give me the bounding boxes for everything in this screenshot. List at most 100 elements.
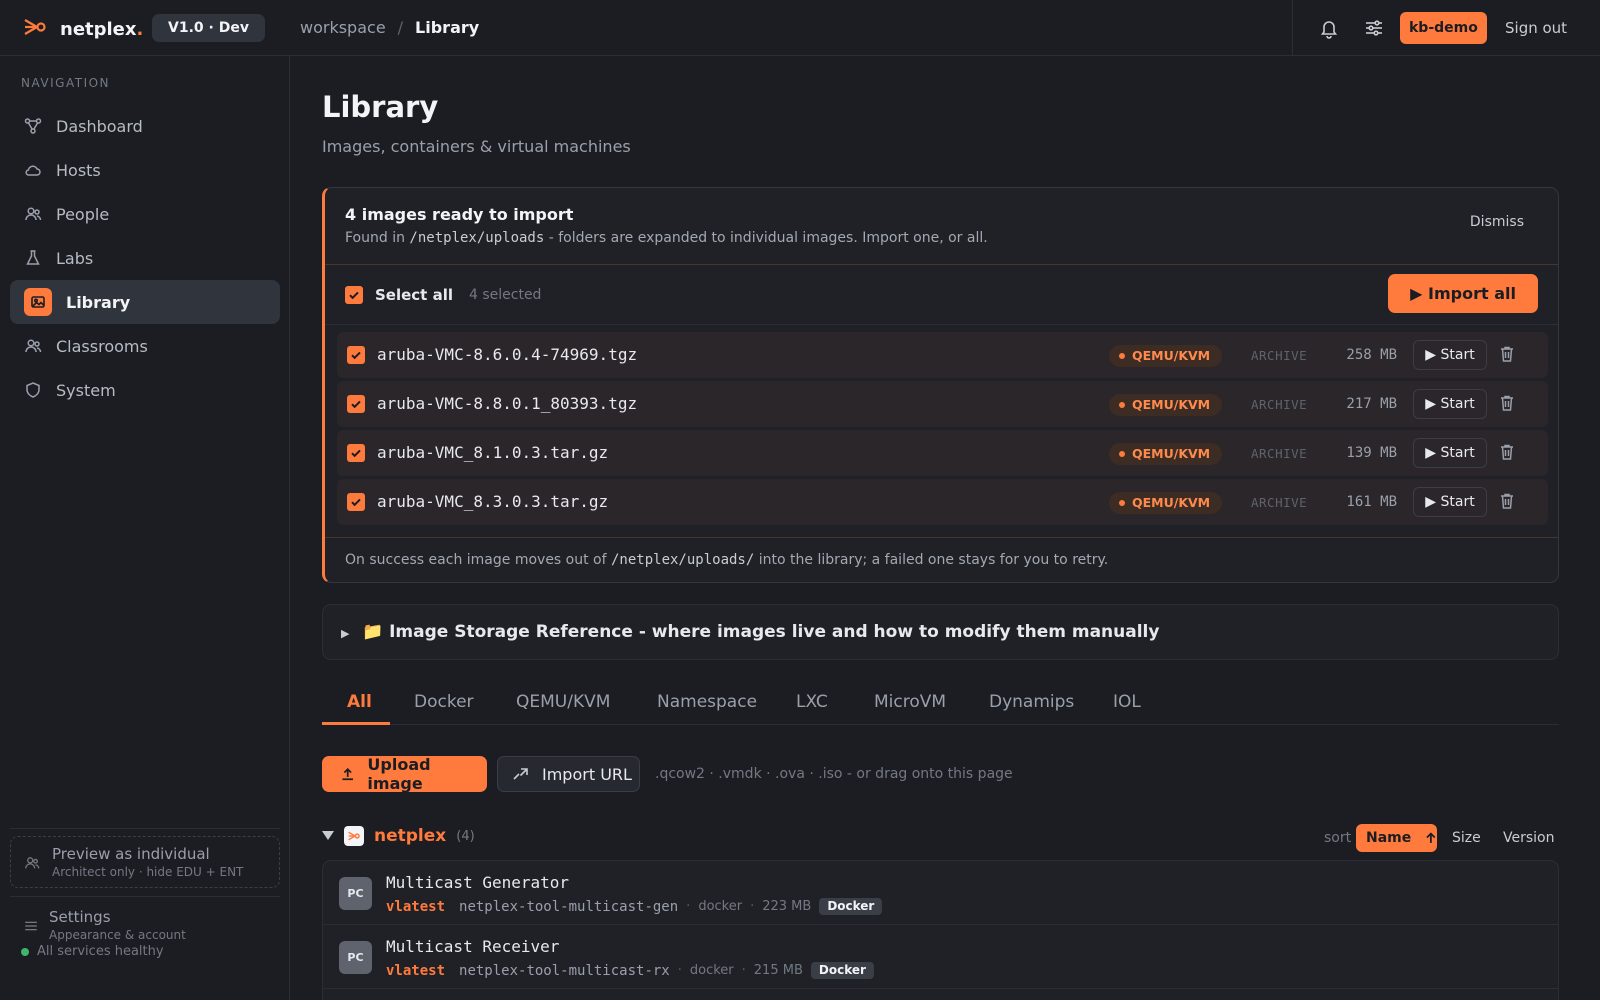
- sidebar-item-library[interactable]: Library: [10, 280, 280, 324]
- breadcrumb: workspace / Library: [300, 18, 479, 37]
- image-size: 223 MB: [762, 899, 812, 914]
- tab-namespace[interactable]: Namespace: [657, 692, 757, 712]
- trash-icon[interactable]: [1499, 492, 1515, 514]
- runtime-tabs: All Docker QEMU/KVM Namespace LXC MicroV…: [322, 680, 1559, 725]
- import-url-button[interactable]: Import URL: [497, 756, 640, 792]
- start-import-button[interactable]: ▶ Start: [1413, 438, 1487, 468]
- image-row[interactable]: PC Multicast Generator vlatest netplex-t…: [323, 861, 1558, 925]
- sidebar-item-label: Hosts: [56, 160, 101, 180]
- sidebar-item-label: People: [56, 204, 110, 224]
- file-size: 139 MB: [1346, 445, 1397, 461]
- group-header[interactable]: netplex (4): [322, 826, 475, 846]
- sidebar-item-labs[interactable]: Labs: [10, 236, 280, 280]
- select-all-checkbox[interactable]: [345, 286, 363, 304]
- file-name: aruba-VMC-8.8.0.1_80393.tgz: [377, 394, 638, 413]
- import-all-button[interactable]: ▶ Import all: [1388, 274, 1538, 313]
- image-name: Multicast Generator: [386, 873, 570, 892]
- tab-qemu-kvm[interactable]: QEMU/KVM: [516, 692, 610, 712]
- breadcrumb-current: Library: [415, 18, 480, 37]
- version-badge[interactable]: V1.0 · Dev: [152, 14, 265, 42]
- file-checkbox[interactable]: [347, 395, 365, 413]
- tab-microvm[interactable]: MicroVM: [874, 692, 946, 712]
- image-avatar: PC: [339, 877, 372, 910]
- import-file-row: aruba-VMC-8.8.0.1_80393.tgz QEMU/KVM ARC…: [337, 381, 1548, 427]
- sidebar-item-classrooms[interactable]: Classrooms: [10, 324, 280, 368]
- breadcrumb-workspace[interactable]: workspace: [300, 18, 386, 37]
- preview-as-individual[interactable]: Preview as individual Architect only · h…: [10, 836, 280, 888]
- sidebar-item-system[interactable]: System: [10, 368, 280, 412]
- sidebar-divider: [10, 828, 280, 829]
- flask-icon: [26, 250, 40, 265]
- import-file-row: aruba-VMC_8.3.0.3.tar.gz QEMU/KVM ARCHIV…: [337, 479, 1548, 525]
- sort-by-name-button[interactable]: Name: [1356, 824, 1437, 852]
- image-size: 215 MB: [753, 963, 803, 978]
- sidebar-item-label: Library: [66, 292, 131, 312]
- user-badge[interactable]: kb-demo: [1400, 12, 1487, 44]
- sort-by-version-button[interactable]: Version: [1503, 830, 1554, 846]
- page-subtitle: Images, containers & virtual machines: [322, 137, 631, 156]
- brand-name: netplex.: [60, 18, 144, 40]
- type-badge: QEMU/KVM: [1109, 345, 1223, 367]
- netplex-logo-icon: [344, 826, 364, 846]
- tab-dynamips[interactable]: Dynamips: [989, 692, 1074, 712]
- file-checkbox[interactable]: [347, 346, 365, 364]
- import-panel: 4 images ready to import Found in /netpl…: [322, 187, 1559, 583]
- caret-right-icon: ▶: [341, 627, 350, 640]
- sliders-icon: [25, 921, 37, 931]
- health-status: All services healthy: [21, 944, 164, 959]
- sidebar-item-people[interactable]: People: [10, 192, 280, 236]
- trash-icon[interactable]: [1499, 345, 1515, 367]
- sidebar-item-label: Classrooms: [56, 336, 148, 356]
- group-count: (4): [456, 828, 475, 844]
- sliders-icon[interactable]: [1363, 17, 1385, 39]
- file-size: 258 MB: [1346, 347, 1397, 363]
- trash-icon[interactable]: [1499, 394, 1515, 416]
- image-list: PC Multicast Generator vlatest netplex-t…: [322, 860, 1559, 1000]
- cloud-icon: [25, 165, 41, 176]
- tab-lxc[interactable]: LXC: [796, 692, 828, 712]
- sign-out-link[interactable]: Sign out: [1505, 19, 1567, 37]
- import-description: Found in /netplex/uploads - folders are …: [345, 230, 988, 246]
- start-import-button[interactable]: ▶ Start: [1413, 340, 1487, 370]
- arrow-up-icon: [1426, 832, 1436, 843]
- sort-by-size-button[interactable]: Size: [1452, 830, 1481, 846]
- divider: [325, 264, 1558, 265]
- dismiss-button[interactable]: Dismiss: [1470, 214, 1524, 230]
- runtime-badge: Docker: [819, 898, 883, 915]
- bell-icon[interactable]: [1318, 17, 1340, 39]
- sort-label: sort: [1324, 830, 1352, 846]
- file-kind: ARCHIVE: [1251, 348, 1308, 363]
- trash-icon[interactable]: [1499, 443, 1515, 465]
- image-runtime: docker: [689, 963, 734, 978]
- import-file-row: aruba-VMC_8.1.0.3.tar.gz QEMU/KVM ARCHIV…: [337, 430, 1548, 476]
- sidebar-item-dashboard[interactable]: Dashboard: [10, 104, 280, 148]
- image-row[interactable]: PC Multicast Receiver vlatest netplex-to…: [323, 925, 1558, 989]
- tab-all[interactable]: All: [347, 692, 372, 712]
- start-import-button[interactable]: ▶ Start: [1413, 389, 1487, 419]
- brand[interactable]: netplex.: [22, 14, 143, 44]
- page-title: Library: [322, 90, 439, 124]
- tab-docker[interactable]: Docker: [414, 692, 474, 712]
- storage-reference-toggle[interactable]: ▶ 📁 Image Storage Reference - where imag…: [322, 604, 1559, 660]
- select-all-row: Select all 4 selected: [345, 286, 541, 304]
- tab-iol[interactable]: IOL: [1113, 692, 1141, 712]
- sidebar-item-hosts[interactable]: Hosts: [10, 148, 280, 192]
- file-checkbox[interactable]: [347, 493, 365, 511]
- file-checkbox[interactable]: [347, 444, 365, 462]
- dashboard-icon: [24, 118, 42, 134]
- active-tab-indicator: [322, 722, 390, 725]
- people-icon: [25, 857, 40, 869]
- sidebar: NAVIGATION Dashboard Hosts People Labs L…: [0, 56, 290, 1000]
- sidebar-divider: [10, 896, 280, 897]
- settings-subtitle: Appearance & account: [49, 928, 186, 942]
- preview-subtitle: Architect only · hide EDU + ENT: [52, 865, 244, 879]
- start-import-button[interactable]: ▶ Start: [1413, 487, 1487, 517]
- select-all-label[interactable]: Select all: [375, 286, 453, 304]
- divider: [325, 537, 1558, 538]
- link-icon: [513, 768, 528, 780]
- selected-count: 4 selected: [468, 287, 542, 303]
- upload-image-button[interactable]: Upload image: [322, 755, 487, 793]
- shield-icon: [26, 382, 40, 398]
- preview-title: Preview as individual: [52, 845, 210, 863]
- file-kind: ARCHIVE: [1251, 397, 1308, 412]
